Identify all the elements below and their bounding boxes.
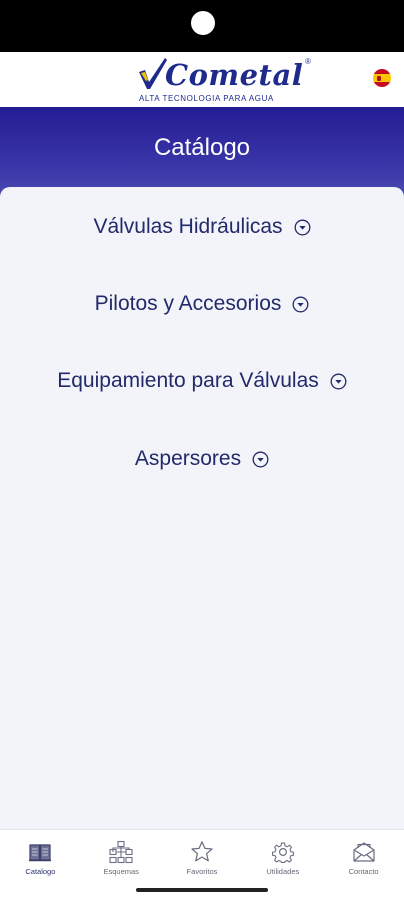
- brand-tagline: ALTA TECNOLOGIA PARA AGUA: [139, 94, 274, 103]
- category-label: Válvulas Hidráulicas: [93, 215, 283, 238]
- tab-utilidades[interactable]: Utilidades: [242, 830, 323, 879]
- category-valvulas-hidraulicas[interactable]: Válvulas Hidráulicas: [0, 207, 404, 247]
- tab-label: Utilidades: [266, 867, 300, 876]
- category-equipamiento-valvulas[interactable]: Equipamiento para Válvulas: [0, 361, 404, 401]
- page-title: Catálogo: [153, 134, 251, 161]
- bottom-tab-bar: Catalogo Esquemas Favoritos Utilidades C…: [0, 829, 404, 879]
- tab-label: Contacto: [348, 867, 379, 876]
- tab-catalogo[interactable]: Catalogo: [0, 830, 81, 879]
- status-bar: [0, 0, 404, 52]
- tab-label: Catalogo: [25, 867, 56, 876]
- category-label: Equipamiento para Válvulas: [57, 369, 319, 392]
- tab-label: Favoritos: [186, 867, 218, 876]
- home-indicator-area: [0, 879, 404, 900]
- brand-name: Cometal: [165, 58, 304, 92]
- tab-favoritos[interactable]: Favoritos: [162, 830, 243, 879]
- device-frame: Cometal ® ALTA TECNOLOGIA PARA AGUA Catá…: [0, 0, 404, 900]
- chevron-down-circle-icon: [294, 219, 310, 235]
- category-aspersores[interactable]: Aspersores: [0, 439, 404, 479]
- book-icon: [29, 844, 52, 862]
- mail-icon: [352, 842, 375, 862]
- chevron-down-circle-icon: [330, 373, 347, 389]
- registered-mark: ®: [305, 57, 311, 66]
- app-header: Cometal ® ALTA TECNOLOGIA PARA AGUA: [0, 52, 404, 107]
- diagram-icon: [109, 840, 133, 864]
- catalog-card: Válvulas Hidráulicas Pilotos y Accesorio…: [0, 187, 404, 829]
- spain-flag-icon[interactable]: [373, 69, 391, 87]
- chevron-down-circle-icon: [292, 296, 309, 312]
- tab-label: Esquemas: [103, 867, 139, 876]
- category-label: Pilotos y Accesorios: [94, 292, 282, 315]
- chevron-down-circle-icon: [252, 451, 269, 467]
- star-icon: [191, 841, 213, 862]
- tab-esquemas[interactable]: Esquemas: [81, 830, 162, 879]
- app-screen: Cometal ® ALTA TECNOLOGIA PARA AGUA Catá…: [0, 52, 404, 900]
- front-camera: [191, 11, 215, 35]
- category-label: Aspersores: [134, 447, 242, 470]
- category-pilotos-accesorios[interactable]: Pilotos y Accesorios: [0, 284, 404, 324]
- brand-logo: Cometal ® ALTA TECNOLOGIA PARA AGUA: [137, 56, 317, 104]
- home-indicator[interactable]: [136, 888, 268, 892]
- flag-emblem: [377, 76, 381, 81]
- tab-contacto[interactable]: Contacto: [323, 830, 404, 879]
- gear-icon: [271, 842, 294, 863]
